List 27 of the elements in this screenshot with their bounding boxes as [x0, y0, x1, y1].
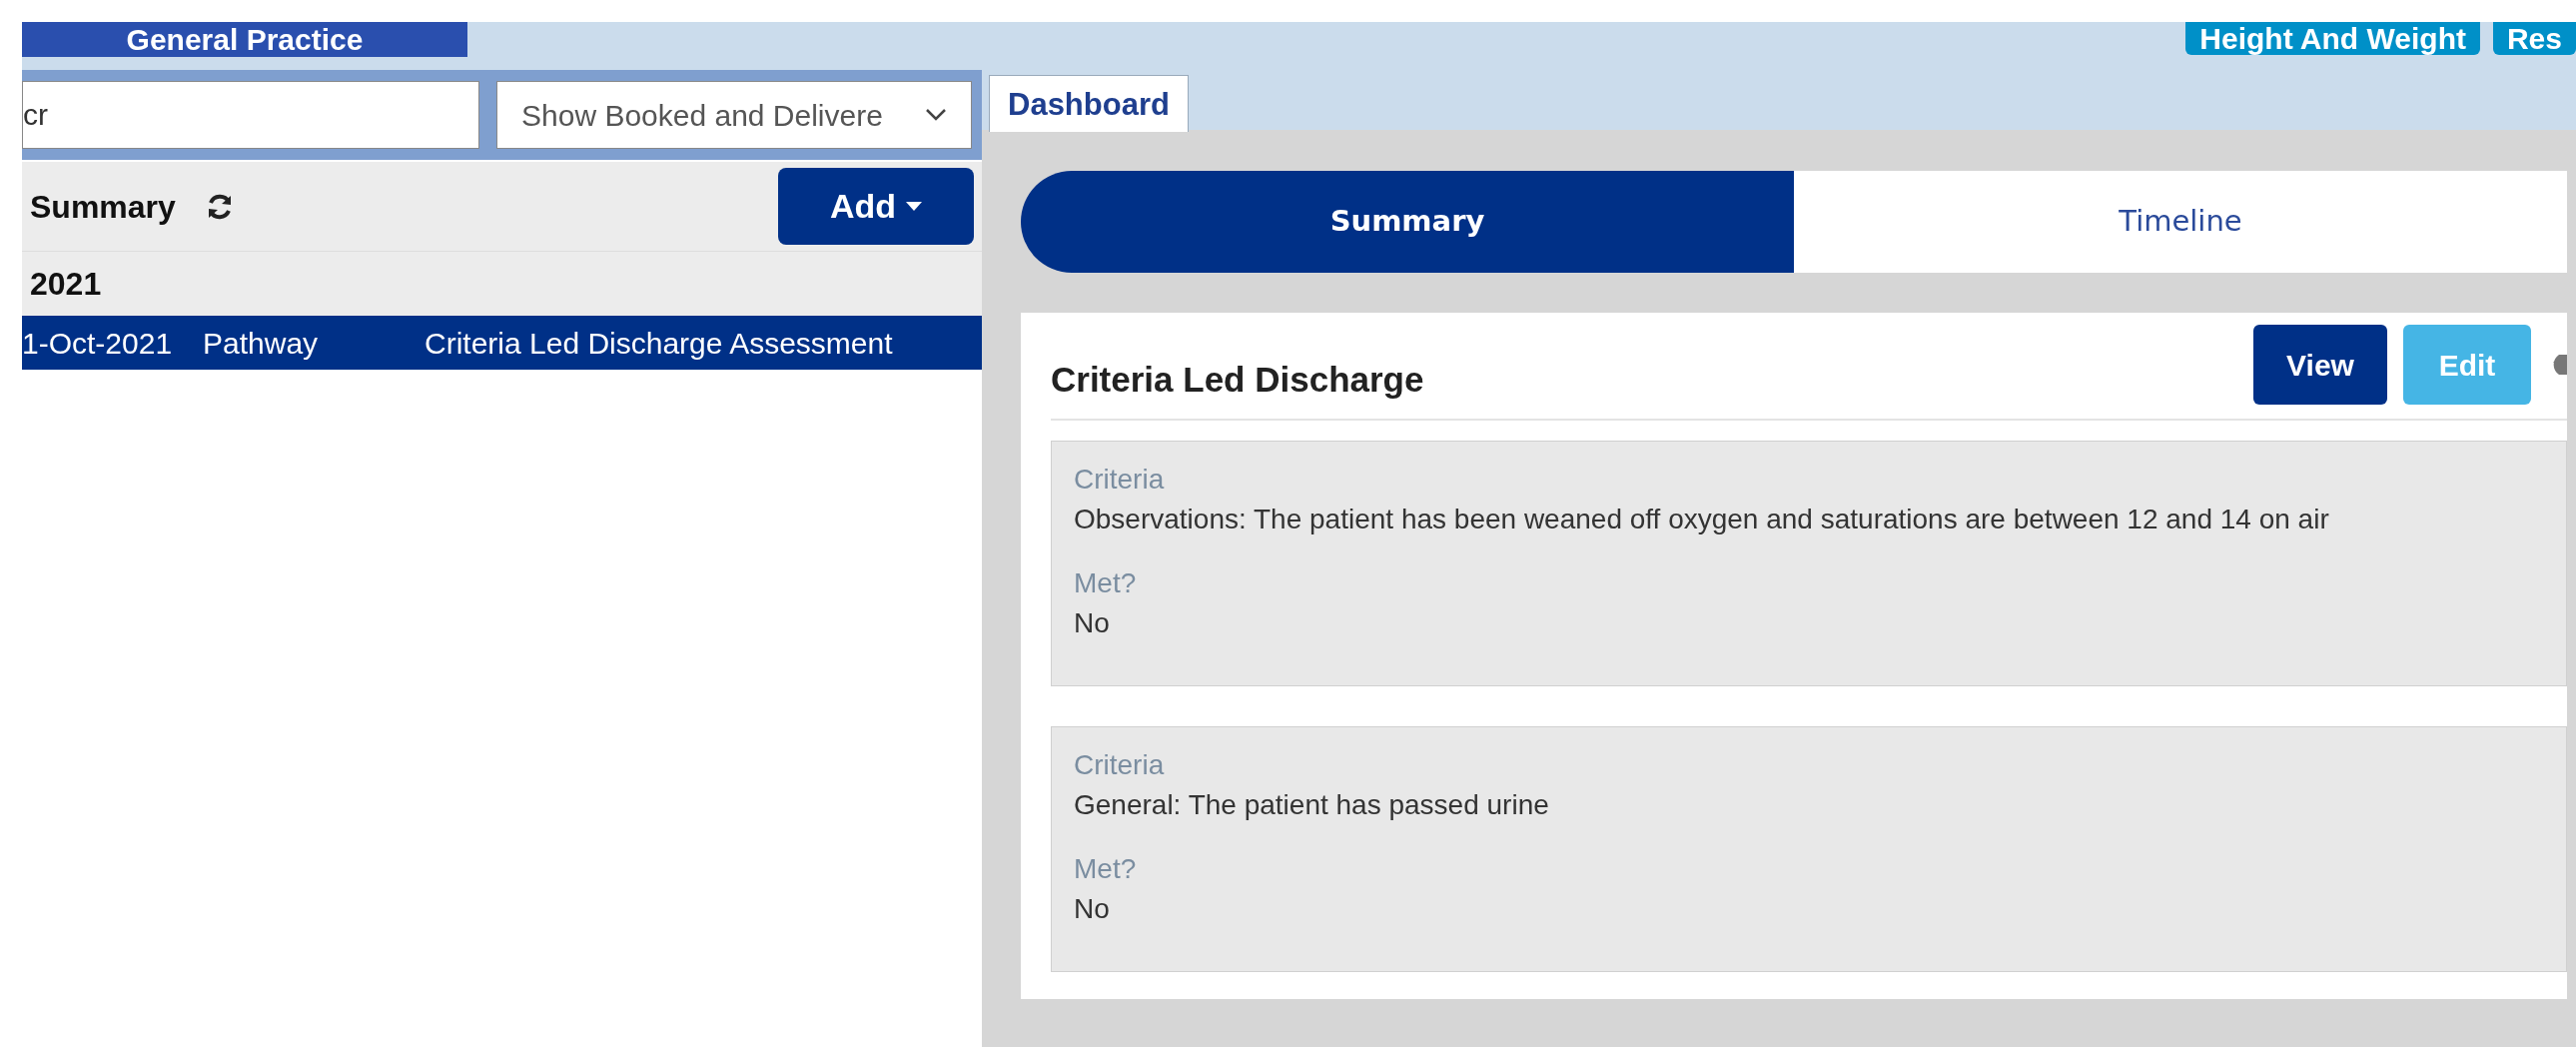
- met-label: Met?: [1074, 566, 1137, 600]
- list-title: Summary: [30, 187, 176, 227]
- criteria-text: General: The patient has passed urine: [1074, 788, 1549, 822]
- view-tab[interactable]: Summary: [1021, 171, 1794, 273]
- add-button[interactable]: Add: [778, 168, 974, 245]
- row-type: Pathway: [203, 325, 320, 362]
- caret-icon: [906, 202, 923, 211]
- year-heading: 2021: [30, 265, 102, 304]
- card-title: Criteria Led Discharge: [1051, 358, 1424, 401]
- dashboard-tab[interactable]: Dashboard: [989, 75, 1189, 132]
- view-tab[interactable]: Timeline: [1794, 171, 2567, 273]
- criteria-text: Observations: The patient has been weaned off oxygen and saturations are between 12 and 14 on air: [1074, 503, 2329, 536]
- list-row[interactable]: 1-Oct-2021 Pathway Criteria Led Discharge Assessment: [22, 316, 982, 370]
- header-button[interactable]: Res: [2492, 22, 2576, 55]
- chevron-down-icon: [925, 108, 947, 122]
- met-value: No: [1074, 892, 1110, 926]
- practice-tab[interactable]: General Practice: [22, 22, 467, 57]
- met-value: No: [1074, 606, 1110, 640]
- criteria-label: Criteria: [1074, 463, 1165, 497]
- row-description: Criteria Led Discharge Assessment: [425, 325, 893, 362]
- filter-select[interactable]: Show Booked and Delivere: [496, 81, 972, 149]
- criteria-label: Criteria: [1074, 748, 1165, 782]
- met-label: Met?: [1074, 852, 1137, 886]
- view-button[interactable]: View: [2253, 325, 2387, 405]
- header-button[interactable]: Height And Weight: [2185, 22, 2480, 55]
- row-date: 1-Oct-2021: [22, 325, 174, 362]
- search-field[interactable]: cr: [22, 81, 479, 149]
